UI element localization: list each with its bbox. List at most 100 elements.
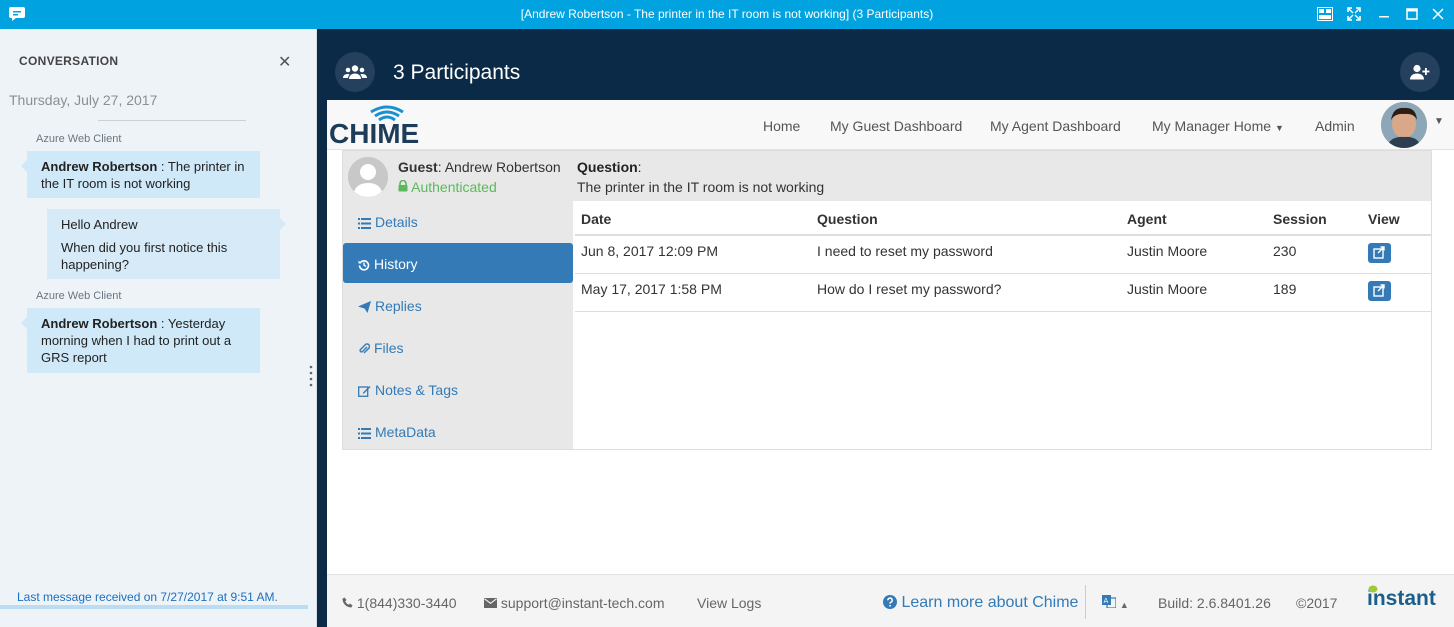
nav-manager-home-label: My Manager Home — [1152, 118, 1272, 134]
sidebar-item-history[interactable]: History — [343, 243, 573, 283]
history-table: Date Question Agent Session View Jun 8, … — [575, 203, 1431, 312]
nav-admin[interactable]: Admin — [1315, 118, 1355, 134]
guest-name-value: : Andrew Robertson — [437, 159, 561, 175]
view-session-button[interactable] — [1368, 243, 1391, 263]
guest-name: Guest: Andrew Robertson — [398, 159, 561, 175]
layout-toggle-icon[interactable] — [1315, 5, 1335, 23]
chime-webview: CHIME Home My Guest Dashboard My Agent D… — [327, 100, 1454, 627]
send-icon — [358, 301, 371, 313]
view-session-button[interactable] — [1368, 281, 1391, 301]
maximize-icon[interactable] — [1402, 5, 1422, 23]
meeting-area: 3 Participants CHIME Home My Guest Dashb… — [317, 29, 1454, 627]
chime-logo[interactable]: CHIME — [329, 103, 429, 147]
sidebar-item-label: Files — [374, 340, 404, 356]
edit-icon — [358, 386, 371, 397]
question-colon: : — [637, 159, 642, 175]
auth-status-text: Authenticated — [411, 179, 497, 195]
guest-auth-status: Authenticated — [398, 179, 497, 195]
nav-home[interactable]: Home — [763, 118, 800, 134]
minimize-icon[interactable] — [1374, 5, 1394, 23]
message-sender: Azure Web Client — [36, 133, 122, 145]
column-header[interactable]: Question — [811, 203, 1121, 236]
language-selector[interactable]: A ▲ — [1102, 595, 1129, 611]
window-title: [Andrew Robertson - The printer in the I… — [520, 7, 934, 21]
participants-count: 3 Participants — [393, 61, 521, 84]
conversation-panel: CONVERSATION ✕ Thursday, July 27, 2017 A… — [0, 29, 317, 627]
footer-email[interactable]: support@instant-tech.com — [484, 595, 665, 611]
instant-logo[interactable]: instant — [1367, 585, 1436, 611]
sidebar-item-label: MetaData — [375, 424, 436, 440]
message-author: Andrew Robertson — [41, 316, 158, 331]
resize-handle-icon[interactable] — [309, 364, 313, 388]
guest-label: Guest — [398, 159, 438, 175]
cell-question: How do I reset my password? — [811, 273, 1121, 312]
column-header[interactable]: Session — [1267, 203, 1362, 236]
sidebar-item-files[interactable]: Files — [343, 327, 573, 367]
cell-view — [1362, 273, 1431, 312]
message-author: Andrew Robertson — [41, 159, 158, 174]
sidebar-item-label: Replies — [375, 298, 422, 314]
message-line: When did you first notice this happening… — [61, 240, 228, 272]
question-circle-icon — [883, 595, 897, 609]
page-footer: 1(844)330-3440 support@instant-tech.com … — [327, 574, 1454, 627]
nav-agent-dashboard[interactable]: My Agent Dashboard — [990, 118, 1121, 134]
copyright: ©2017 — [1296, 595, 1338, 611]
column-header[interactable]: Date — [575, 203, 811, 236]
cell-agent: Justin Moore — [1121, 273, 1267, 312]
window-titlebar: [Andrew Robertson - The printer in the I… — [0, 0, 1454, 29]
top-navbar: CHIME Home My Guest Dashboard My Agent D… — [327, 100, 1454, 150]
avatar-dropdown-icon[interactable]: ▼ — [1434, 116, 1444, 127]
list-icon — [358, 218, 371, 229]
sidebar-item-replies[interactable]: Replies — [343, 285, 573, 325]
view-logs-link[interactable]: View Logs — [697, 595, 761, 611]
fullscreen-icon[interactable] — [1344, 5, 1364, 23]
learn-more-link[interactable]: Learn more about Chime — [883, 594, 1078, 612]
participants-icon — [343, 65, 367, 79]
cell-view — [1362, 235, 1431, 274]
cell-date: Jun 8, 2017 12:09 PM — [575, 235, 811, 274]
cell-question: I need to reset my password — [811, 235, 1121, 274]
close-conversation-icon[interactable]: ✕ — [278, 52, 291, 72]
dropdown-caret-icon: ▼ — [1274, 123, 1284, 133]
close-window-icon[interactable] — [1428, 5, 1448, 23]
footer-phone[interactable]: 1(844)330-3440 — [342, 595, 457, 611]
cell-date: May 17, 2017 1:58 PM — [575, 273, 811, 312]
date-separator — [98, 120, 246, 121]
question-label: Question: — [577, 159, 642, 175]
learn-more-text: Learn more about Chime — [901, 594, 1079, 611]
column-header[interactable]: Agent — [1121, 203, 1267, 236]
column-header: View — [1362, 203, 1431, 236]
external-link-icon — [1373, 246, 1385, 259]
add-participant-button[interactable] — [1400, 52, 1440, 92]
paperclip-icon — [359, 343, 371, 354]
language-caret-icon: ▲ — [1119, 600, 1129, 610]
footer-divider — [1085, 585, 1086, 619]
nav-guest-dashboard[interactable]: My Guest Dashboard — [830, 118, 962, 134]
cell-agent: Justin Moore — [1121, 235, 1267, 274]
svg-text:A: A — [1104, 597, 1109, 605]
last-message-status: Last message received on 7/27/2017 at 9:… — [17, 590, 278, 604]
lock-icon — [398, 179, 408, 192]
sidebar-item-notes-tags[interactable]: Notes & Tags — [343, 369, 573, 409]
message-bubble-outgoing: Hello Andrew When did you first notice t… — [47, 209, 286, 279]
question-header: Question: The printer in the IT room is … — [573, 151, 1431, 201]
guest-avatar-icon — [348, 157, 388, 197]
external-link-icon — [1373, 284, 1385, 297]
sidebar-item-metadata[interactable]: MetaData — [343, 411, 573, 451]
instant-logo-mark-icon — [1368, 585, 1378, 593]
table-row: Jun 8, 2017 12:09 PM I need to reset my … — [575, 235, 1431, 274]
footer-phone-text: 1(844)330-3440 — [356, 595, 457, 611]
user-avatar[interactable] — [1381, 102, 1427, 148]
compose-bar[interactable] — [0, 605, 308, 609]
cell-session: 189 — [1267, 273, 1362, 312]
sidebar-item-details[interactable]: Details — [343, 201, 573, 241]
conversation-header: CONVERSATION — [19, 54, 119, 68]
nav-manager-home[interactable]: My Manager Home ▼ — [1152, 118, 1284, 134]
phone-icon — [342, 597, 353, 608]
add-person-icon — [1410, 64, 1430, 80]
translate-icon: A — [1102, 595, 1117, 609]
participants-button[interactable] — [335, 52, 375, 92]
logo-text: CHIME — [329, 118, 419, 147]
envelope-icon — [484, 598, 497, 608]
table-row: May 17, 2017 1:58 PM How do I reset my p… — [575, 273, 1431, 312]
